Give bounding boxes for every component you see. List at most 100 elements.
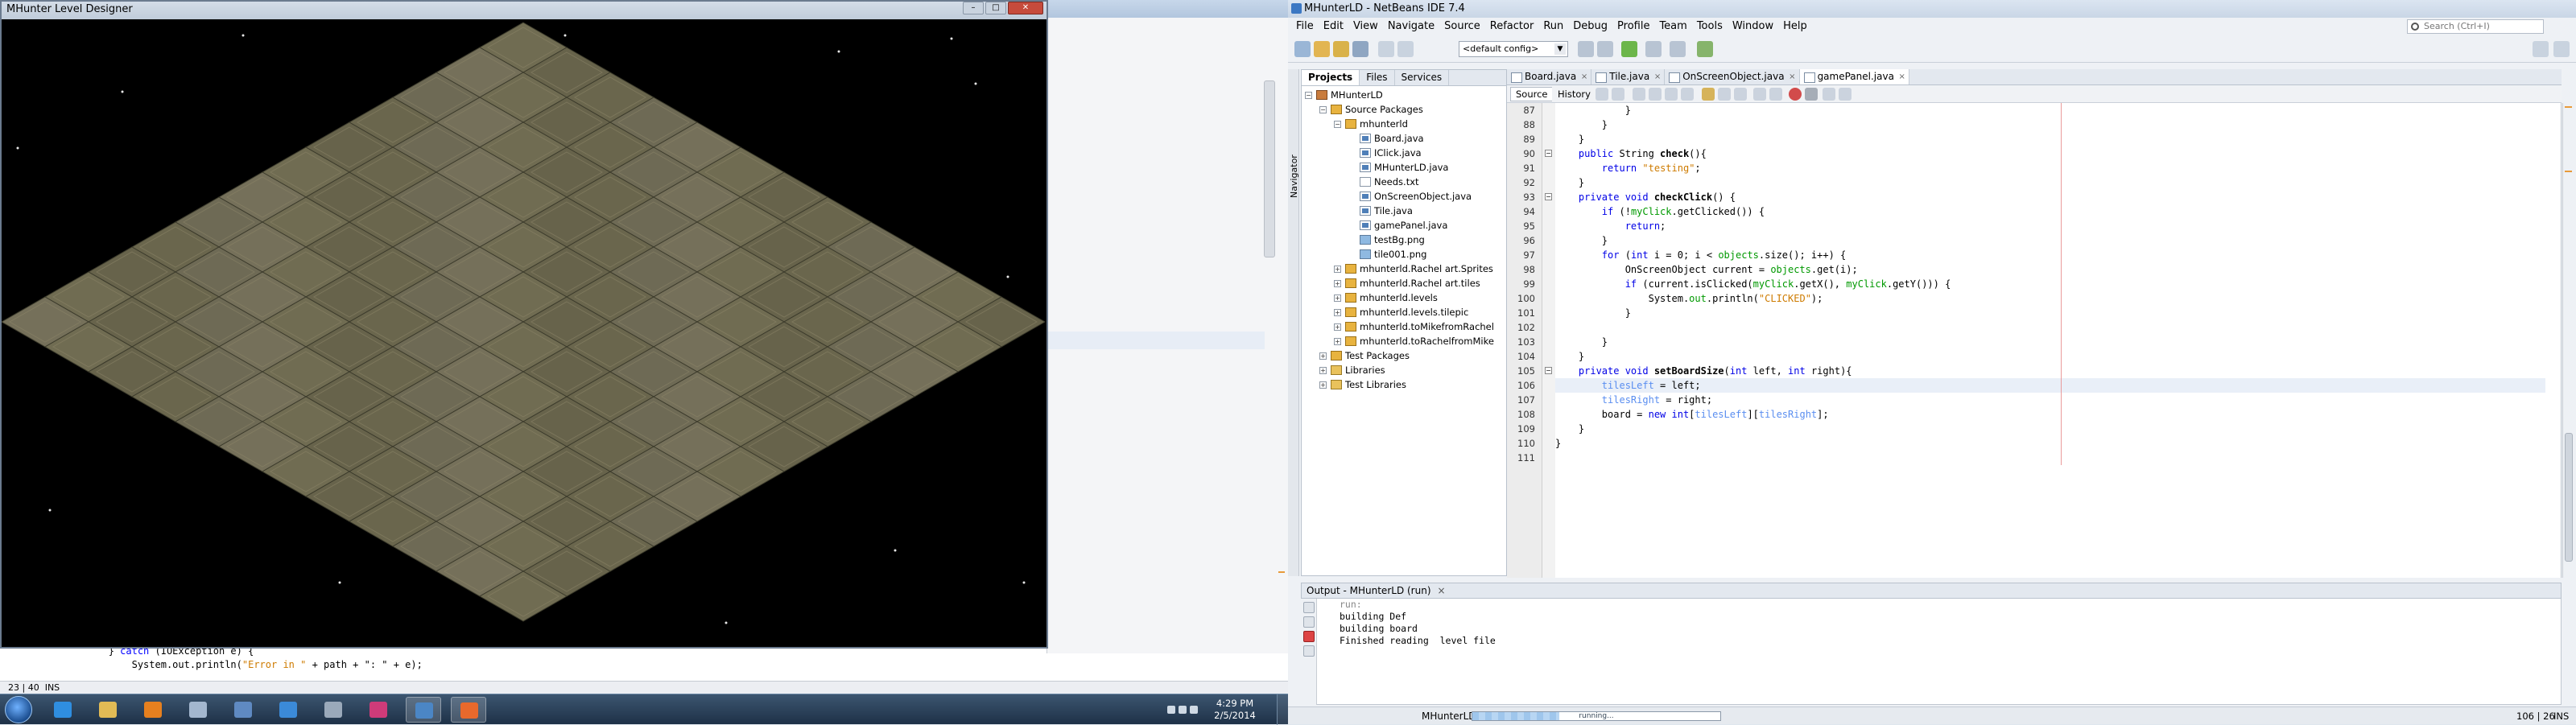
tree-item[interactable]: + Test Packages <box>1302 348 1506 363</box>
navigator-strip[interactable]: Navigator <box>1288 69 1299 576</box>
stop-macro-icon[interactable] <box>1805 88 1818 101</box>
expand-icon[interactable]: + <box>1319 381 1327 389</box>
maximize-button[interactable]: □ <box>985 2 1006 14</box>
menu-item-view[interactable]: View <box>1348 18 1383 35</box>
debug-icon[interactable] <box>1645 41 1662 57</box>
tab-source[interactable]: Source <box>1510 87 1554 101</box>
run-icon[interactable] <box>1621 41 1637 57</box>
warning-marker[interactable] <box>2565 106 2572 108</box>
tree-item[interactable]: OnScreenObject.java <box>1302 189 1506 204</box>
record-macro-icon[interactable] <box>1789 88 1802 101</box>
expand-icon[interactable]: + <box>1334 309 1341 316</box>
undo-icon[interactable] <box>1378 41 1394 57</box>
shift-left-icon[interactable] <box>1753 88 1766 101</box>
code-line[interactable]: tilesRight = right; <box>1555 393 2545 407</box>
tree-item[interactable]: MHunterLD.java <box>1302 160 1506 175</box>
find-prev-icon[interactable] <box>1649 88 1662 101</box>
editor-tab[interactable]: Board.java <box>1507 69 1592 84</box>
minimize-panel-icon[interactable] <box>2533 41 2549 57</box>
tab-projects[interactable]: Projects <box>1302 70 1360 85</box>
expand-icon[interactable]: + <box>1334 338 1341 345</box>
code-line[interactable]: } <box>1555 335 2545 349</box>
taskbar-button[interactable] <box>451 697 486 723</box>
code-editor[interactable]: 87 88 89 90 91 92 93 94 95 96 97 98 99 100 101 102 103 10… <box>1507 103 2562 578</box>
code-line[interactable]: } <box>1555 175 2545 190</box>
menu-item-file[interactable]: File <box>1291 18 1319 35</box>
code-line[interactable]: private void setBoardSize(int left, int … <box>1555 364 2545 378</box>
tree-item[interactable]: IClick.java <box>1302 146 1506 160</box>
tree-item[interactable]: + mhunterld.toRachelfromMike <box>1302 334 1506 348</box>
level-designer-titlebar[interactable]: MHunter Level Designer – □ ✕ <box>2 2 1046 19</box>
menu-item-navigate[interactable]: Navigate <box>1383 18 1439 35</box>
code-line[interactable]: } <box>1555 422 2545 436</box>
new-file-icon[interactable] <box>1294 41 1311 57</box>
code-line[interactable]: public String check(){ <box>1555 146 2545 161</box>
level-designer-window[interactable]: MHunter Level Designer – □ ✕ <box>0 0 1048 649</box>
code-line[interactable]: private void checkClick() { <box>1555 190 2545 204</box>
bookmark-icon[interactable] <box>1702 88 1715 101</box>
code-line[interactable]: board = new int[tilesLeft][tilesRight]; <box>1555 407 2545 422</box>
tree-item[interactable]: − mhunterld <box>1302 117 1506 131</box>
code-line[interactable]: System.out.println("CLICKED"); <box>1555 291 2545 306</box>
network-icon[interactable] <box>1179 706 1187 714</box>
next-bookmark-icon[interactable] <box>1734 88 1747 101</box>
code-line[interactable]: tilesLeft = left; <box>1555 378 2545 393</box>
tree-item[interactable]: + Test Libraries <box>1302 377 1506 392</box>
code-line[interactable]: OnScreenObject current = objects.get(i); <box>1555 262 2545 277</box>
code-line[interactable]: } <box>1555 349 2545 364</box>
clock-date[interactable]: 2/5/2014 <box>1203 710 1267 721</box>
tray-arrow-icon[interactable] <box>1167 706 1175 714</box>
back-icon[interactable] <box>1596 88 1608 101</box>
menu-item-source[interactable]: Source <box>1439 18 1485 35</box>
close-button[interactable]: ✕ <box>1008 2 1043 14</box>
menu-item-run[interactable]: Run <box>1538 18 1568 35</box>
taskbar-button[interactable] <box>180 697 216 723</box>
warning-marker[interactable] <box>2565 171 2572 172</box>
code-line[interactable]: return; <box>1555 219 2545 233</box>
tree-item[interactable]: testBg.png <box>1302 233 1506 247</box>
stop-icon[interactable] <box>1303 631 1315 642</box>
output-settings-icon[interactable] <box>1303 645 1315 657</box>
editor-tab[interactable]: OnScreenObject.java <box>1665 69 1800 84</box>
tab-services[interactable]: Services <box>1395 70 1450 85</box>
menu-item-profile[interactable]: Profile <box>1612 18 1654 35</box>
open-project-icon[interactable] <box>1333 41 1349 57</box>
code-line[interactable]: } <box>1555 233 2545 248</box>
tree-item[interactable]: + mhunterld.Rachel art.tiles <box>1302 276 1506 290</box>
maximize-panel-icon[interactable] <box>2553 41 2570 57</box>
menu-item-team[interactable]: Team <box>1654 18 1691 35</box>
editor-scrollbar[interactable] <box>2562 103 2574 578</box>
code-line[interactable]: if (!myClick.getClicked()) { <box>1555 204 2545 219</box>
background-scrollbar[interactable] <box>1264 80 1275 257</box>
expand-icon[interactable]: + <box>1334 295 1341 302</box>
expand-icon[interactable]: + <box>1319 367 1327 374</box>
find-icon[interactable] <box>1633 88 1645 101</box>
collapse-icon[interactable]: − <box>1334 121 1341 128</box>
menu-item-debug[interactable]: Debug <box>1568 18 1612 35</box>
code-line[interactable]: return "testing"; <box>1555 161 2545 175</box>
expand-icon[interactable]: + <box>1319 352 1327 360</box>
collapse-icon[interactable]: − <box>1319 106 1327 113</box>
collapse-icon[interactable]: − <box>1305 92 1312 99</box>
code-line[interactable]: } <box>1555 306 2545 320</box>
clean-build-icon[interactable] <box>1597 41 1613 57</box>
tree-item[interactable]: − MHunterLD <box>1302 88 1506 102</box>
editor-tab[interactable]: gamePanel.java <box>1799 69 1909 84</box>
config-select[interactable]: <default config> ▼ <box>1459 41 1568 57</box>
taskbar-button[interactable] <box>135 697 171 723</box>
code-line[interactable]: } <box>1555 117 2545 132</box>
tab-files[interactable]: Files <box>1360 70 1395 85</box>
memory-icon[interactable] <box>1697 41 1713 57</box>
menu-item-refactor[interactable]: Refactor <box>1485 18 1539 35</box>
menu-item-edit[interactable]: Edit <box>1319 18 1348 35</box>
tree-item[interactable]: + mhunterld.levels <box>1302 290 1506 305</box>
tree-item[interactable]: Board.java <box>1302 131 1506 146</box>
fold-icon[interactable]: − <box>1545 150 1552 157</box>
find-next-icon[interactable] <box>1665 88 1678 101</box>
taskbar-button[interactable] <box>90 697 126 723</box>
tree-item[interactable]: + mhunterld.Rachel art.Sprites <box>1302 262 1506 276</box>
tree-item[interactable]: − Source Packages <box>1302 102 1506 117</box>
menu-item-tools[interactable]: Tools <box>1692 18 1728 35</box>
expand-icon[interactable]: + <box>1334 280 1341 287</box>
fold-icon[interactable]: − <box>1545 193 1552 200</box>
